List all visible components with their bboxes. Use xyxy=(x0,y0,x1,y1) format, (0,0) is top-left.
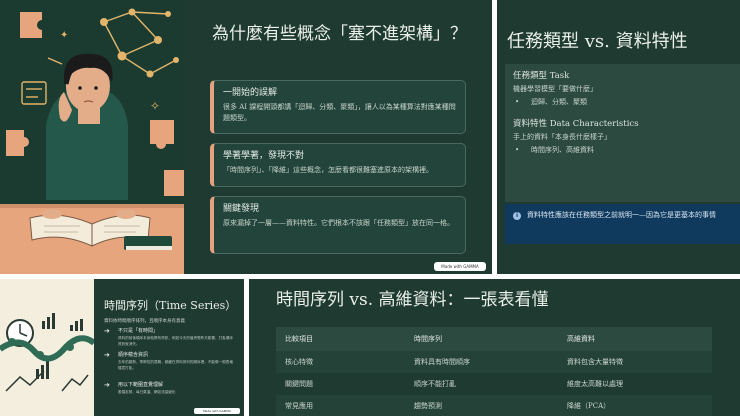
card-body: 很多 AI 課程開頭都講「迴歸、分類、聚類」，讓人以為某種算法對應某種問題類型。 xyxy=(223,103,456,122)
svg-text:✦: ✦ xyxy=(60,30,68,41)
point-body: 資料的前後順序本身就帶有資訊，例如今天的值會受昨天影響，打亂順序資訊就消失。 xyxy=(118,336,233,346)
table-cell: 資料包含大量特徵 xyxy=(558,351,712,373)
table-row: 核心特徵 資料具有時間順序 資料包含大量特徵 xyxy=(276,351,712,373)
card-body: 原來漏掉了一層——資料特性。它們根本不該跟「任務類型」放在同一格。 xyxy=(223,219,454,227)
list-item-text: 時間序列、高維資料 xyxy=(531,146,594,154)
bullet-icon: • xyxy=(515,146,520,154)
table-cell: 趨勢預測 xyxy=(405,395,558,416)
bullet-icon: • xyxy=(515,98,520,106)
card-initial-misunderstanding[interactable]: 一開始的誤解 很多 AI 課程開頭都講「迴歸、分類、聚類」，讓人以為某種算法對應… xyxy=(210,80,466,134)
comparison-panel: 任務類型 Task 機器學習模型「要做什麼」 • 迴歸、分類、聚類 資料特性 Da… xyxy=(505,64,740,202)
info-icon: i xyxy=(513,212,521,220)
card-heading: 關鍵發現 xyxy=(223,204,260,214)
column-header: 時間序列 xyxy=(405,327,558,351)
point-body: 股價走勢、每日氣溫、網站流量變化 xyxy=(118,390,176,394)
task-description: 機器學習模型「要做什麼」 xyxy=(513,85,597,93)
arrow-right-icon: ➔ xyxy=(104,381,110,389)
point-item: ➔ 不只是「有時間」 資料的前後順序本身就帶有資訊，例如今天的值會受昨天影響，打… xyxy=(104,327,234,353)
table-cell: 順序不能打亂 xyxy=(405,373,558,395)
info-callout: i 資料特性應該在任務類型之前就明一—因為它是更基本的事情 xyxy=(505,204,740,244)
point-heading: 不只是「有時間」 xyxy=(118,328,159,334)
column-header: 高維資料 xyxy=(558,327,712,351)
slide-time-series[interactable]: 時間序列（Time Series） 資料依時間順序排列，且順序本身有意義 ➔ 不… xyxy=(0,279,244,416)
table-cell: 關鍵問題 xyxy=(276,373,405,395)
card-key-finding[interactable]: 關鍵發現 原來漏掉了一層——資料特性。它們根本不該跟「任務類型」放在同一格。 xyxy=(210,196,466,254)
table-cell: 維度太高難以處理 xyxy=(558,373,712,395)
point-heading: 用以下範圍直覺理解 xyxy=(118,382,164,388)
table-cell: 常見應用 xyxy=(276,395,405,416)
data-description: 手上的資料「本身長什麼樣子」 xyxy=(513,133,611,141)
arrow-right-icon: ➔ xyxy=(104,351,110,359)
point-item: ➔ 順序蘊含資訊 去年的趨勢、季節性的週期，都藏在資料排列的順序裡，不能像一般表… xyxy=(104,351,234,381)
card-realization[interactable]: 學著學著，發現不對 「時間序列」、「降維」這些概念，怎麼看都很難塞進原本的架構裡… xyxy=(210,143,466,187)
made-with-gamma-badge[interactable]: Made with GAMMA xyxy=(194,408,240,414)
made-with-gamma-badge[interactable]: Made with GAMMA xyxy=(434,262,486,271)
slide-comparison-table[interactable]: 時間序列 vs. 高維資料：一張表看懂 比較項目 時間序列 高維資料 核心特徵 … xyxy=(249,279,740,416)
data-heading: 資料特性 Data Characteristics xyxy=(513,119,639,129)
slide-title: 為什麼有些概念「塞不進架構」？ xyxy=(212,24,467,44)
card-body: 「時間序列」、「降維」這些概念，怎麼看都很難塞進原本的架構裡。 xyxy=(223,166,433,174)
data-list-item: • 時間序列、高維資料 xyxy=(513,144,737,157)
task-heading: 任務類型 Task xyxy=(513,71,570,81)
info-text: 資料特性應該在任務類型之前就明一—因為它是更基本的事情 xyxy=(527,211,716,219)
slide-task-vs-data[interactable]: 任務類型 vs. 資料特性 任務類型 Task 機器學習模型「要做什麼」 • 迴歸… xyxy=(497,0,740,274)
arrow-right-icon: ➔ xyxy=(104,327,110,335)
slide-title: 時間序列（Time Series） xyxy=(104,299,237,312)
table-cell: 核心特徵 xyxy=(276,351,405,373)
time-series-illustration xyxy=(0,279,94,416)
comparison-table: 比較項目 時間序列 高維資料 核心特徵 資料具有時間順序 資料包含大量特徵 關鍵… xyxy=(276,327,712,416)
table-cell: 降維（PCA） xyxy=(558,395,712,416)
slide-title: 任務類型 vs. 資料特性 xyxy=(507,31,688,52)
table-cell: 資料具有時間順序 xyxy=(405,351,558,373)
point-body: 去年的趨勢、季節性的週期，都藏在資料排列的順序裡，不能像一般表格隨意打亂。 xyxy=(118,360,233,370)
task-list-item: • 迴歸、分類、聚類 xyxy=(513,96,737,109)
table-header-row: 比較項目 時間序列 高維資料 xyxy=(276,327,712,351)
list-item-text: 迴歸、分類、聚類 xyxy=(531,98,587,106)
card-heading: 學著學著，發現不對 xyxy=(223,151,305,161)
point-heading: 順序蘊含資訊 xyxy=(118,352,149,358)
table-row: 關鍵問題 順序不能打亂 維度太高難以處理 xyxy=(276,373,712,395)
table-row: 常見應用 趨勢預測 降維（PCA） xyxy=(276,395,712,416)
slide-why-concepts-dont-fit[interactable]: ✧ ✦ 為什麼有些概念「塞不進架構」？ 一開始的誤解 很多 AI 課程開頭都講「… xyxy=(0,0,492,274)
slide-title: 時間序列 vs. 高維資料：一張表看懂 xyxy=(276,290,549,310)
card-heading: 一開始的誤解 xyxy=(223,88,278,98)
student-thinking-illustration: ✧ ✦ xyxy=(0,0,184,274)
column-header: 比較項目 xyxy=(276,327,405,351)
point-item: ➔ 用以下範圍直覺理解 股價走勢、每日氣溫、網站流量變化 xyxy=(104,381,234,403)
slide-subtitle: 資料依時間順序排列，且順序本身有意義 xyxy=(104,319,185,324)
svg-text:✧: ✧ xyxy=(150,99,160,113)
